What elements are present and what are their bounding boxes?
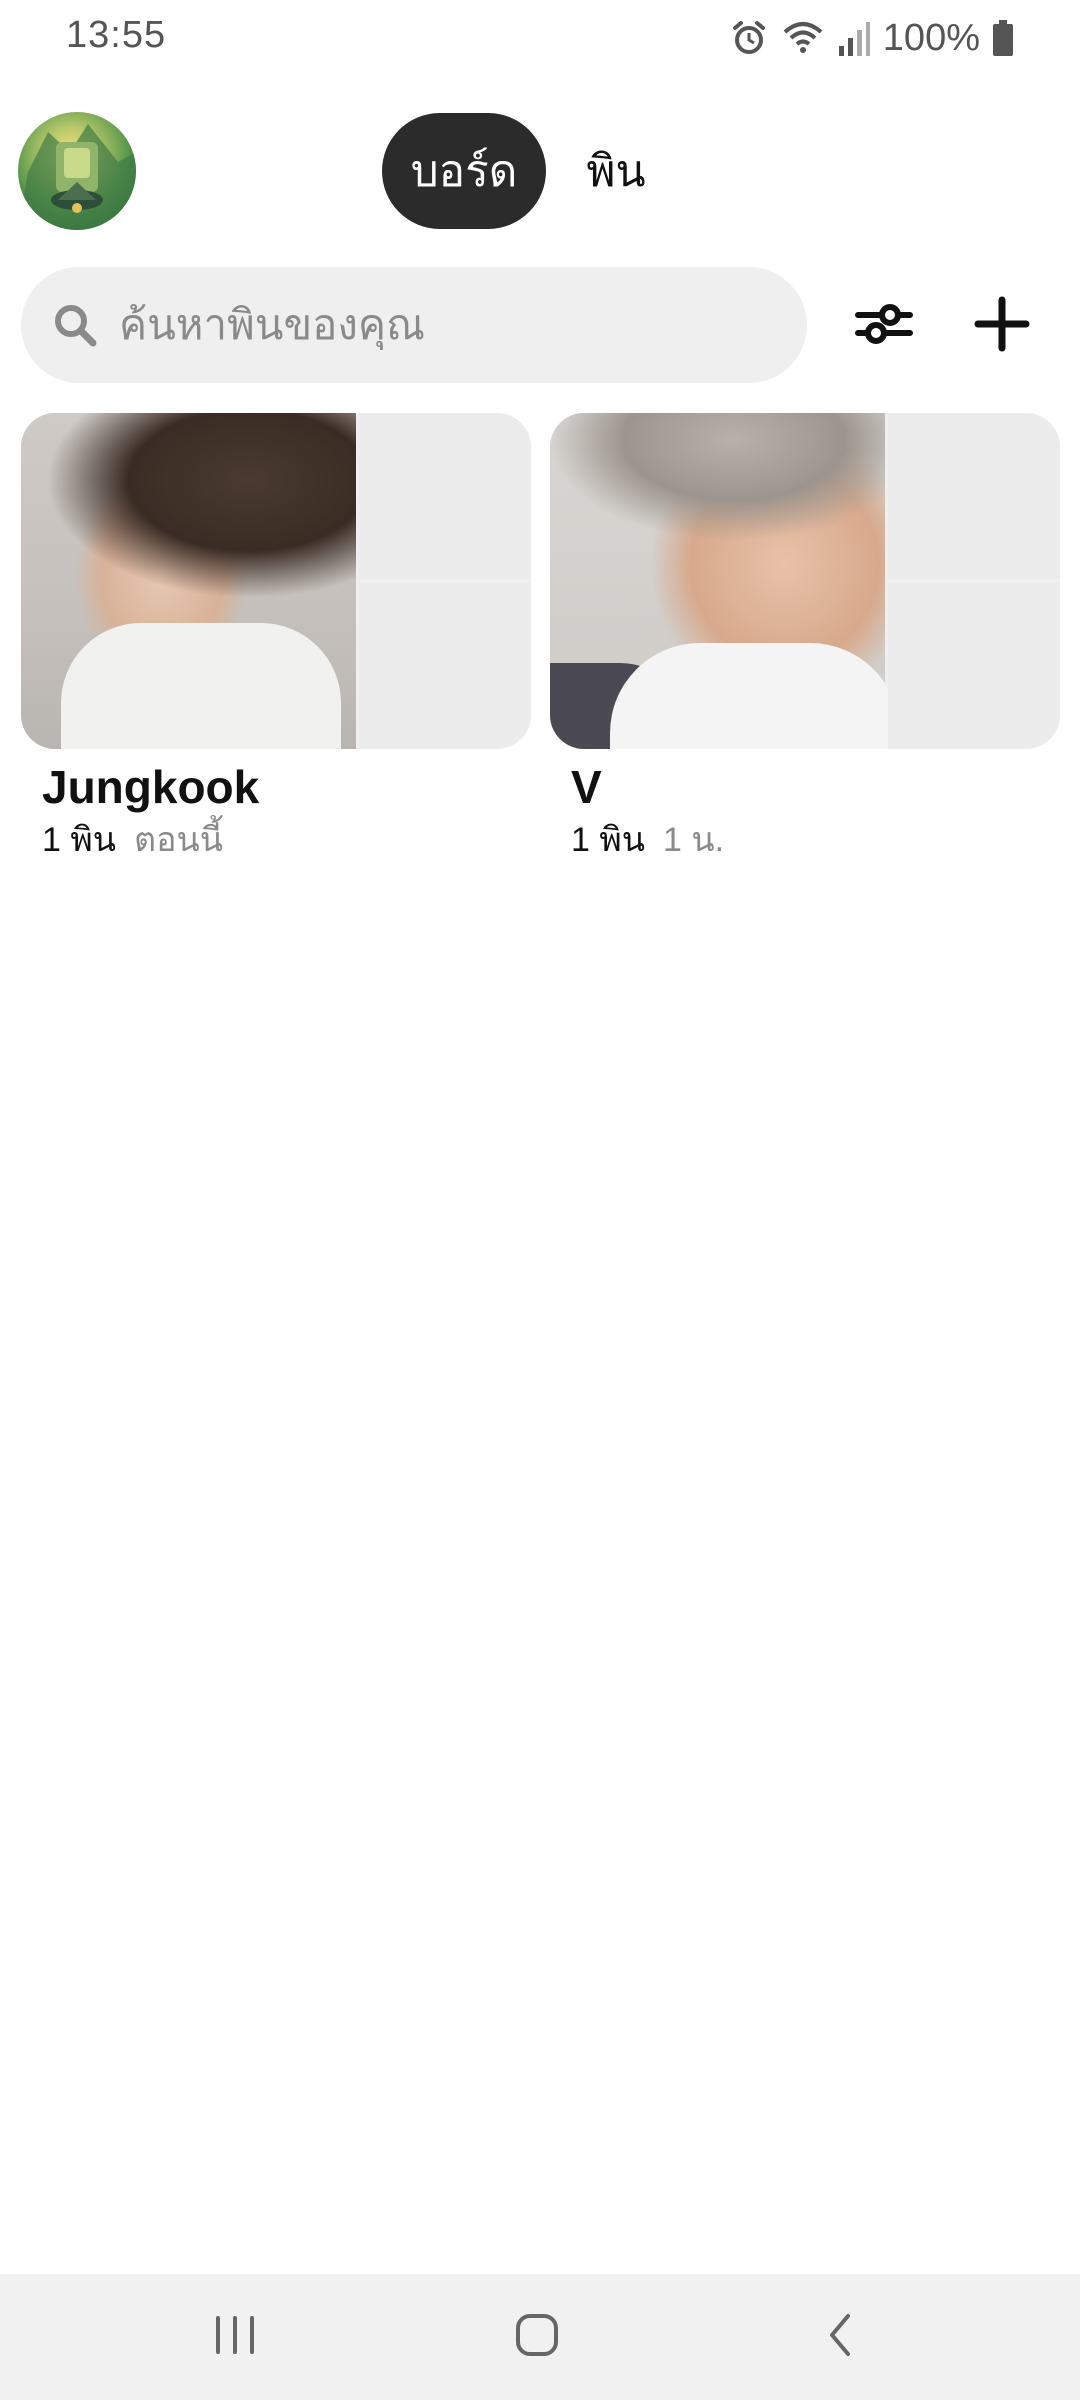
tab-boards[interactable]: บอร์ด xyxy=(382,113,546,229)
cover-placeholder xyxy=(359,583,531,749)
filter-button[interactable] xyxy=(848,290,920,362)
app-screen: 13:55 100% บอร์ด พิน ค้นหาพินของคุณ Jung… xyxy=(0,0,1080,2400)
cover-photo-detail xyxy=(61,623,341,749)
home-button[interactable] xyxy=(497,2304,577,2370)
cover-placeholder xyxy=(888,583,1060,749)
add-button[interactable] xyxy=(966,290,1038,362)
battery-icon xyxy=(992,18,1014,58)
signal-icon xyxy=(837,18,871,58)
board-cover xyxy=(550,413,1060,749)
board-pin-count: 1 พิน xyxy=(42,821,117,859)
cover-placeholder xyxy=(888,413,1060,579)
back-button[interactable] xyxy=(800,2304,880,2370)
board-pin-count: 1 พิน xyxy=(571,821,646,859)
board-meta: 1 พิน 1 น. xyxy=(571,817,1060,863)
wifi-icon xyxy=(781,18,825,58)
board-title: V xyxy=(571,761,602,813)
board-cover-image xyxy=(550,413,900,749)
search-input[interactable] xyxy=(117,300,761,350)
status-time: 13:55 xyxy=(66,14,167,56)
recent-apps-icon xyxy=(210,2312,260,2363)
search-bar[interactable] xyxy=(21,267,807,383)
board-updated-time: ตอนนี้ xyxy=(134,821,223,859)
profile-avatar[interactable] xyxy=(18,112,136,230)
search-icon xyxy=(51,301,99,349)
recent-apps-button[interactable] xyxy=(195,2304,275,2370)
sliders-icon xyxy=(854,299,914,354)
board-card[interactable]: Jungkook 1 พิน ตอนนี้ xyxy=(21,413,531,863)
status-bar: 13:55 100% xyxy=(0,0,1080,78)
board-cover xyxy=(21,413,531,749)
board-meta: 1 พิน ตอนนี้ xyxy=(42,817,531,863)
tab-bar: บอร์ด พิน xyxy=(382,112,666,230)
home-icon xyxy=(512,2310,562,2365)
board-updated-time: 1 น. xyxy=(663,821,725,859)
tab-pins[interactable]: พิน xyxy=(566,113,666,229)
back-icon xyxy=(820,2310,860,2365)
alarm-icon xyxy=(729,18,769,58)
battery-text: 100% xyxy=(882,16,980,59)
cover-photo-detail xyxy=(610,643,900,749)
board-card[interactable]: V 1 พิน 1 น. xyxy=(550,413,1060,863)
board-cover-image xyxy=(21,413,356,749)
plus-icon xyxy=(974,296,1030,357)
board-title: Jungkook xyxy=(42,761,260,813)
system-nav-bar xyxy=(0,2274,1080,2400)
cover-placeholder xyxy=(359,413,531,579)
status-icons: 100% xyxy=(729,14,1014,62)
